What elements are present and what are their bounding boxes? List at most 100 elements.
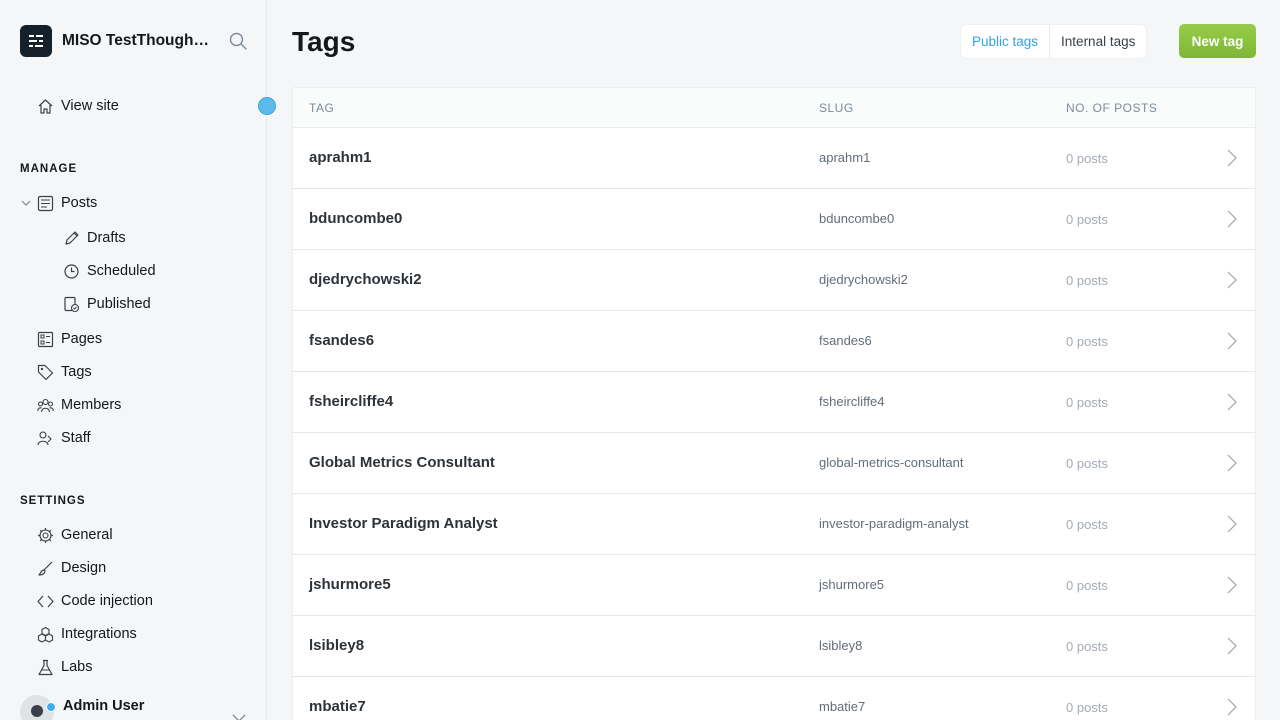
tag-post-count: 0 posts (1066, 517, 1108, 532)
published-icon (62, 295, 80, 313)
chevron-right-icon[interactable] (1225, 697, 1239, 717)
tag-slug: aprahm1 (819, 150, 871, 165)
nav-posts[interactable]: Posts (36, 192, 97, 214)
nav-view-site[interactable]: View site (36, 95, 119, 117)
tag-post-count: 0 posts (1066, 212, 1108, 227)
staff-icon (36, 429, 54, 447)
members-icon (36, 396, 54, 414)
new-tag-button[interactable]: New tag (1179, 24, 1256, 58)
chevron-down-icon (21, 200, 31, 206)
home-icon (36, 97, 54, 115)
posts-collapse-toggle[interactable] (20, 197, 32, 209)
tab-internal-tags[interactable]: Internal tags (1050, 25, 1146, 58)
table-row[interactable]: aprahm1 aprahm1 0 posts (293, 128, 1255, 189)
tag-post-count: 0 posts (1066, 456, 1108, 471)
user-menu[interactable]: Admin User (20, 695, 145, 720)
nav-staff-label: Staff (61, 430, 91, 446)
nav-members-label: Members (61, 397, 122, 413)
nav-pages[interactable]: Pages (36, 328, 102, 350)
tag-slug: djedrychowski2 (819, 272, 908, 287)
gear-icon (36, 526, 54, 544)
table-row[interactable]: jshurmore5 jshurmore5 0 posts (293, 555, 1255, 616)
nav-design[interactable]: Design (36, 557, 106, 579)
nav-published[interactable]: Published (62, 293, 151, 315)
nav-integrations[interactable]: Integrations (36, 623, 137, 645)
nav-general[interactable]: General (36, 524, 113, 546)
tag-post-count: 0 posts (1066, 334, 1108, 349)
table-header: TAG SLUG NO. OF POSTS (293, 88, 1255, 128)
tag-name: jshurmore5 (309, 576, 391, 593)
tag-slug: jshurmore5 (819, 577, 885, 592)
sidebar: MISO TestThoughtful View site MANAGE Pos… (0, 0, 276, 720)
tag-name: aprahm1 (309, 149, 372, 166)
tag-slug: lsibley8 (819, 638, 863, 653)
nav-code-injection[interactable]: Code injection (36, 590, 153, 612)
nav-tags[interactable]: Tags (36, 361, 92, 383)
chevron-right-icon[interactable] (1225, 636, 1239, 656)
chevron-right-icon[interactable] (1225, 209, 1239, 229)
tag-icon (36, 363, 54, 381)
tag-slug: global-metrics-consultant (819, 455, 964, 470)
chevron-right-icon[interactable] (1225, 514, 1239, 534)
brand-title: MISO TestThoughtful (62, 32, 212, 49)
tag-name: lsibley8 (309, 637, 365, 654)
chevron-right-icon[interactable] (1225, 453, 1239, 473)
chevron-right-icon[interactable] (1225, 270, 1239, 290)
search-button[interactable] (228, 31, 248, 51)
tag-name: fsheircliffe4 (309, 393, 394, 410)
table-row[interactable]: Investor Paradigm Analyst investor-paradi… (293, 494, 1255, 555)
tag-slug: bduncombe0 (819, 211, 895, 226)
brand-logo-icon (29, 35, 43, 47)
chevron-right-icon[interactable] (1225, 575, 1239, 595)
table-row[interactable]: djedrychowski2 djedrychowski2 0 posts (293, 250, 1255, 311)
tag-name: Global Metrics Consultant (309, 454, 495, 471)
table-row[interactable]: fsandes6 fsandes6 0 posts (293, 311, 1255, 372)
tag-name: mbatie7 (309, 698, 366, 715)
pages-icon (36, 330, 54, 348)
table-row[interactable]: Global Metrics Consultant global-metrics-… (293, 433, 1255, 494)
nav-labs[interactable]: Labs (36, 656, 92, 678)
nav-staff[interactable]: Staff (36, 427, 91, 449)
tag-name: fsandes6 (309, 332, 375, 349)
nav-scheduled-label: Scheduled (87, 263, 156, 279)
nav-drafts[interactable]: Drafts (62, 227, 126, 249)
user-name: Admin User (63, 698, 145, 714)
nav-integrations-label: Integrations (61, 626, 137, 642)
settings-section-label: SETTINGS (20, 495, 86, 507)
notification-dot[interactable] (258, 97, 276, 115)
chevron-down-icon[interactable] (232, 714, 246, 720)
search-icon (229, 32, 247, 50)
chevron-right-icon[interactable] (1225, 331, 1239, 351)
pencil-icon (62, 229, 80, 247)
table-row[interactable]: lsibley8 lsibley8 0 posts (293, 616, 1255, 677)
tag-post-count: 0 posts (1066, 578, 1108, 593)
nav-published-label: Published (87, 296, 151, 312)
tag-slug: fsheircliffe4 (819, 394, 885, 409)
manage-section-label: MANAGE (20, 163, 78, 175)
tags-table: TAG SLUG NO. OF POSTS aprahm1 aprahm1 0 po… (292, 87, 1256, 720)
brand[interactable]: MISO TestThoughtful (20, 25, 212, 57)
nav-labs-label: Labs (61, 659, 93, 675)
nav-members[interactable]: Members (36, 394, 121, 416)
clock-icon (62, 262, 80, 280)
tag-name: Investor Paradigm Analyst (309, 515, 498, 532)
tag-name: djedrychowski2 (309, 271, 422, 288)
table-row[interactable]: bduncombe0 bduncombe0 0 posts (293, 189, 1255, 250)
chevron-right-icon[interactable] (1225, 392, 1239, 412)
nav-posts-label: Posts (61, 195, 98, 211)
nav-tags-label: Tags (61, 364, 92, 380)
nav-code-injection-label: Code injection (61, 593, 153, 609)
tag-slug: mbatie7 (819, 699, 866, 714)
page-title: Tags (292, 26, 356, 57)
column-header-tag: TAG (309, 101, 335, 115)
chevron-right-icon[interactable] (1225, 148, 1239, 168)
table-row[interactable]: mbatie7 mbatie7 0 posts (293, 677, 1255, 720)
tag-post-count: 0 posts (1066, 700, 1108, 715)
tag-slug: fsandes6 (819, 333, 872, 348)
tab-public-tags[interactable]: Public tags (961, 25, 1049, 58)
column-header-posts: NO. OF POSTS (1066, 101, 1158, 115)
nav-pages-label: Pages (61, 331, 103, 347)
nav-scheduled[interactable]: Scheduled (62, 260, 156, 282)
table-row[interactable]: fsheircliffe4 fsheircliffe4 0 posts (293, 372, 1255, 433)
tag-post-count: 0 posts (1066, 639, 1108, 654)
